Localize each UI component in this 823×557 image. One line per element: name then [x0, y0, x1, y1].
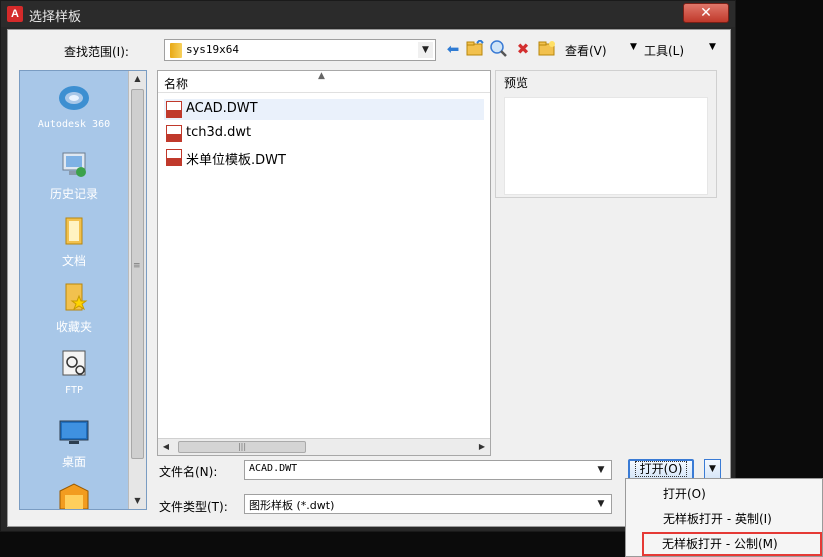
- dwt-file-icon: [166, 149, 182, 166]
- filetype-label: 文件类型(T):: [159, 500, 228, 514]
- file-name: 米单位模板.DWT: [186, 153, 286, 168]
- sidebar-scrollbar[interactable]: ▲ ≡ ▼: [128, 71, 146, 509]
- dwt-file-icon: [166, 101, 182, 118]
- file-name: ACAD.DWT: [186, 101, 258, 116]
- sidebar-item-label: 收藏夹: [55, 320, 92, 334]
- documents-icon: [57, 216, 91, 246]
- file-list-header[interactable]: 名称 ▲: [158, 71, 490, 93]
- file-name: tch3d.dwt: [186, 125, 252, 140]
- sidebar-item-label: 历史记录: [49, 187, 98, 201]
- sidebar-item-desktop[interactable]: 桌面: [20, 417, 128, 470]
- sidebar-item-label: FTP: [64, 385, 84, 396]
- file-row[interactable]: 米单位模板.DWT: [164, 147, 484, 168]
- dialog-title: 选择样板: [29, 10, 82, 25]
- file-list-hscrollbar[interactable]: ◀ ||| ▶: [158, 438, 490, 455]
- close-button[interactable]: ✕: [683, 3, 729, 23]
- sidebar-item-autodesk360[interactable]: Autodesk 360: [20, 83, 128, 130]
- search-web-icon[interactable]: [490, 40, 508, 58]
- scroll-right-icon[interactable]: ▶: [474, 439, 490, 455]
- dialog-client-area: 查找范围(I): sys19x64 ▼ ⬅ ✖ 查看(V) ▼ 工具(L) ▼: [7, 29, 731, 527]
- folder-icon: [57, 483, 91, 509]
- filename-label: 文件名(N):: [159, 465, 218, 479]
- lookin-value: sys19x64: [186, 43, 239, 56]
- tools-menu[interactable]: 工具(L): [644, 42, 684, 59]
- history-icon: [57, 149, 91, 179]
- scroll-thumb[interactable]: [131, 89, 144, 459]
- desktop-icon: [57, 417, 91, 447]
- filename-value: ACAD.DWT: [249, 463, 298, 474]
- preview-group: 预览: [495, 70, 717, 198]
- favorites-icon: [57, 282, 91, 312]
- scroll-left-icon[interactable]: ◀: [158, 439, 174, 455]
- places-sidebar: Autodesk 360 历史记录 文档 收藏夹 FTP 桌面 ▲ ≡ ▼: [19, 70, 147, 510]
- filetype-combo[interactable]: 图形样板 (*.dwt) ▼: [244, 494, 612, 514]
- filetype-value: 图形样板 (*.dwt): [249, 499, 335, 512]
- folder-icon: [170, 43, 182, 58]
- lookin-label: 查找范围(I):: [64, 45, 129, 59]
- filename-combo[interactable]: ACAD.DWT ▼: [244, 460, 612, 480]
- up-folder-icon[interactable]: [466, 38, 484, 58]
- file-list[interactable]: 名称 ▲ ACAD.DWT tch3d.dwt 米单位模板.DWT ◀ ||| …: [157, 70, 491, 456]
- ftp-icon: [57, 349, 91, 379]
- menu-item-open-no-template-imperial[interactable]: 无样板打开 - 英制(I): [626, 507, 822, 531]
- open-button-label: 打开(O): [634, 461, 688, 477]
- file-row[interactable]: tch3d.dwt: [164, 123, 484, 144]
- new-folder-icon[interactable]: [538, 40, 556, 58]
- view-menu[interactable]: 查看(V): [565, 42, 607, 59]
- open-button[interactable]: 打开(O): [628, 459, 694, 480]
- file-row[interactable]: ACAD.DWT: [164, 99, 484, 120]
- open-dropdown-menu: 打开(O) 无样板打开 - 英制(I) 无样板打开 - 公制(M): [625, 478, 823, 557]
- title-bar: A 选择样板 ✕: [1, 1, 735, 27]
- cloud-icon: [57, 83, 91, 113]
- chevron-down-icon[interactable]: ▼: [418, 42, 433, 58]
- chevron-down-icon[interactable]: ▼: [594, 462, 608, 478]
- menu-item-open-no-template-metric[interactable]: 无样板打开 - 公制(M): [642, 532, 822, 556]
- scroll-down-icon[interactable]: ▼: [129, 493, 146, 509]
- sidebar-item-documents[interactable]: 文档: [20, 216, 128, 269]
- preview-label: 预览: [504, 76, 529, 90]
- sidebar-item-label: 文档: [61, 254, 86, 268]
- hscroll-thumb[interactable]: |||: [178, 441, 306, 453]
- tools-caret-icon[interactable]: ▼: [709, 42, 716, 52]
- menu-item-open[interactable]: 打开(O): [626, 482, 822, 506]
- autocad-app-icon: A: [7, 6, 23, 22]
- sidebar-item-history[interactable]: 历史记录: [20, 149, 128, 202]
- open-dropdown-button[interactable]: ▼: [704, 459, 721, 480]
- dwt-file-icon: [166, 125, 182, 142]
- sort-up-icon: ▲: [318, 71, 325, 81]
- scroll-up-icon[interactable]: ▲: [129, 71, 146, 87]
- lookin-combo[interactable]: sys19x64 ▼: [164, 39, 436, 61]
- sidebar-item-ftp[interactable]: FTP: [20, 349, 128, 396]
- sidebar-item-label: Autodesk 360: [37, 119, 111, 130]
- sidebar-item-favorites[interactable]: 收藏夹: [20, 282, 128, 335]
- delete-icon[interactable]: ✖: [514, 40, 532, 58]
- chevron-down-icon[interactable]: ▼: [594, 496, 608, 512]
- sidebar-item-label: 桌面: [61, 455, 86, 469]
- view-caret-icon[interactable]: ▼: [630, 42, 637, 52]
- back-arrow-icon[interactable]: ⬅: [444, 40, 462, 58]
- sidebar-item-folder[interactable]: [20, 483, 128, 509]
- preview-box: [504, 97, 708, 195]
- select-template-dialog: A 选择样板 ✕ 查找范围(I): sys19x64 ▼ ⬅ ✖ 查看(V) ▼…: [0, 0, 736, 532]
- column-name[interactable]: 名称: [164, 75, 188, 92]
- scroll-grip-icon: ≡: [133, 261, 141, 271]
